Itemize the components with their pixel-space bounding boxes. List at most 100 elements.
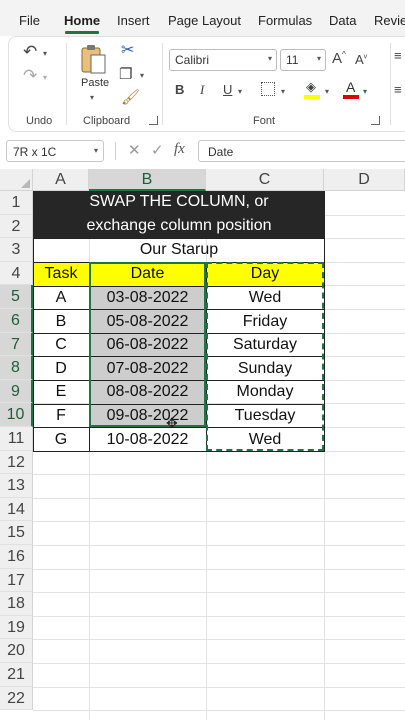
subtitle-cell[interactable]: Our Starup [33, 241, 325, 259]
name-box-value: 7R x 1C [13, 145, 57, 159]
row-header[interactable]: 7 [0, 332, 33, 357]
row-header[interactable]: 17 [0, 568, 33, 593]
row-header[interactable]: 15 [0, 521, 33, 545]
cell-task[interactable]: B [33, 313, 89, 331]
column-header-a[interactable]: A [33, 169, 89, 191]
row-header[interactable]: 4 [0, 261, 33, 286]
formula-bar-separator [115, 142, 116, 160]
row-header[interactable]: 13 [0, 474, 33, 498]
cut-icon[interactable]: ✂ [121, 43, 134, 59]
undo-group-label: Undo [26, 115, 53, 127]
cell-task[interactable]: A [33, 289, 89, 307]
undo-icon[interactable]: ↶ [23, 43, 37, 60]
cell-task[interactable]: C [33, 336, 89, 354]
paste-dropdown-icon[interactable]: ▾ [90, 93, 94, 102]
gridline [33, 615, 405, 617]
format-painter-icon[interactable]: 🖌 [121, 90, 140, 105]
formula-input[interactable]: Date [198, 140, 405, 162]
cell-border [33, 238, 325, 239]
row-header[interactable]: 18 [0, 592, 33, 616]
font-name-select[interactable]: Calibri ▾ [169, 49, 277, 71]
row-header[interactable]: 9 [0, 379, 33, 404]
cell-task[interactable]: G [33, 431, 89, 449]
tab-formulas[interactable]: Formulas [258, 13, 312, 28]
cell-date[interactable]: 10-08-2022 [89, 431, 206, 449]
underline-icon[interactable]: U [223, 83, 232, 96]
paste-button[interactable]: Paste ▾ [79, 43, 109, 103]
gridline [33, 663, 405, 664]
row-header[interactable]: 16 [0, 545, 33, 569]
column-header-b[interactable]: B [89, 169, 206, 191]
tab-review[interactable]: Revie [374, 13, 405, 28]
tab-insert[interactable]: Insert [117, 13, 150, 28]
row-header[interactable]: 2 [0, 214, 33, 239]
row-header[interactable]: 5 [0, 285, 33, 309]
increase-font-size-icon[interactable]: A^ [332, 51, 346, 67]
copy-icon[interactable]: ❐ [119, 67, 132, 82]
tab-page-layout[interactable]: Page Layout [168, 13, 241, 28]
fill-color-dropdown-icon[interactable]: ▾ [325, 87, 329, 96]
font-size-select[interactable]: 11 ▾ [280, 49, 326, 71]
row-header[interactable]: 22 [0, 686, 33, 711]
font-size-value: 11 [286, 53, 299, 67]
column-header-c[interactable]: C [206, 169, 324, 191]
tab-home[interactable]: Home [64, 13, 100, 28]
column-header-d[interactable]: D [324, 169, 405, 191]
gridline [33, 545, 405, 546]
excel-window: File Home Insert Page Layout Formulas Da… [0, 0, 405, 720]
undo-dropdown-icon[interactable]: ▾ [43, 49, 47, 58]
cell-task[interactable]: E [33, 383, 89, 401]
clipboard-launcher-icon[interactable] [149, 116, 158, 125]
row-header[interactable]: 21 [0, 663, 33, 687]
redo-icon[interactable]: ↷ [23, 67, 37, 84]
decrease-font-size-icon[interactable]: Av [355, 53, 367, 66]
fill-color-icon[interactable]: ◈ [304, 79, 322, 99]
align-left-icon[interactable]: ≡ [394, 83, 402, 96]
ribbon-panel: ↶ ▾ ↷ ▾ Undo Paste ▾ ✂ ❐ ▾ 🖌 Clipboard C… [8, 36, 405, 132]
group-separator [390, 43, 391, 125]
italic-icon[interactable]: I [200, 83, 204, 96]
gridline [33, 710, 405, 712]
formula-value: Date [208, 145, 234, 159]
row-header[interactable]: 10 [0, 403, 33, 427]
align-top-icon[interactable]: ≡ [394, 49, 402, 62]
insert-function-icon[interactable]: fx [174, 141, 185, 158]
select-all-button[interactable] [0, 169, 33, 191]
row-header[interactable]: 20 [0, 639, 33, 663]
title-line-2: exchange column position [86, 217, 272, 234]
borders-dropdown-icon[interactable]: ▾ [281, 87, 285, 96]
tab-data[interactable]: Data [329, 13, 356, 28]
row-header[interactable]: 11 [0, 427, 33, 451]
row-header[interactable]: 1 [0, 191, 33, 215]
copy-dropdown-icon[interactable]: ▾ [140, 71, 144, 80]
row-header[interactable]: 8 [0, 356, 33, 380]
spreadsheet-grid[interactable]: A B C D 1 2 3 4 5 6 7 8 9 10 11 12 13 14 15 16 17 18 19 20 2… [0, 169, 405, 720]
font-launcher-icon[interactable] [371, 116, 380, 125]
cell-task[interactable]: D [33, 360, 89, 378]
active-tab-indicator [65, 31, 99, 34]
gridline [33, 686, 405, 688]
borders-icon[interactable] [261, 82, 275, 96]
group-separator [162, 43, 163, 125]
gridline [33, 568, 405, 570]
chevron-down-icon: ▾ [93, 146, 98, 155]
font-color-dropdown-icon[interactable]: ▾ [363, 87, 367, 96]
row-header[interactable]: 14 [0, 497, 33, 522]
row-header[interactable]: 12 [0, 450, 33, 475]
row-header[interactable]: 19 [0, 615, 33, 640]
ribbon-tab-bar: File Home Insert Page Layout Formulas Da… [0, 0, 405, 36]
font-color-icon[interactable]: A [343, 79, 361, 99]
tab-file[interactable]: File [19, 13, 40, 28]
cell-border [324, 238, 325, 451]
header-task[interactable]: Task [33, 265, 89, 283]
redo-dropdown-icon[interactable]: ▾ [43, 73, 47, 82]
enter-icon[interactable]: ✓ [151, 141, 164, 159]
paste-icon [81, 45, 106, 74]
cancel-icon[interactable]: ✕ [128, 141, 141, 159]
underline-dropdown-icon[interactable]: ▾ [238, 87, 242, 96]
name-box[interactable]: 7R x 1C ▾ [6, 140, 104, 162]
row-header[interactable]: 6 [0, 309, 33, 333]
cell-task[interactable]: F [33, 407, 89, 425]
bold-icon[interactable]: B [175, 83, 184, 96]
row-header[interactable]: 3 [0, 238, 33, 262]
